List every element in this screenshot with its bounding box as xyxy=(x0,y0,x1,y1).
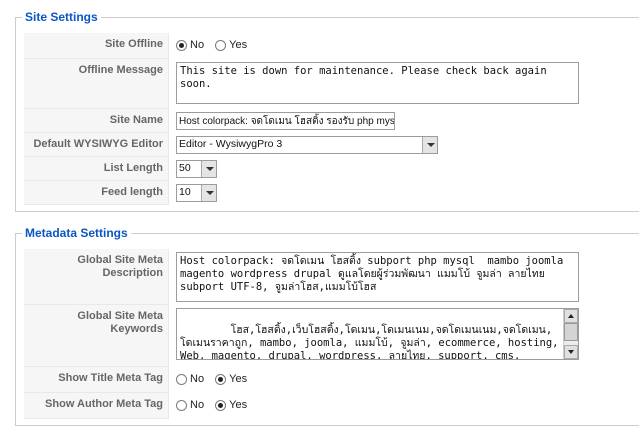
chevron-down-icon[interactable] xyxy=(422,137,437,153)
show-title-yes-label: Yes xyxy=(229,373,248,386)
scroll-down-icon[interactable] xyxy=(564,345,578,359)
metadata-settings-legend: Metadata Settings xyxy=(22,225,131,241)
feed-length-label: Feed length xyxy=(24,181,169,205)
list-length-value: 50 xyxy=(179,162,191,174)
feed-length-row: Feed length 10 xyxy=(24,181,639,205)
chevron-down-icon[interactable] xyxy=(201,185,216,201)
show-author-yes-radio[interactable] xyxy=(215,399,227,411)
meta-keywords-text: โฮส,โฮสติ้ง,เว็บโฮสติ้ง,โดเมน,โดเมนเนม,จ… xyxy=(180,324,559,360)
scroll-thumb[interactable] xyxy=(564,323,578,341)
site-name-row: Site Name Host colorpack: จดโดเมน โฮสติ้… xyxy=(24,109,639,133)
list-length-label: List Length xyxy=(24,157,169,181)
meta-keywords-textarea[interactable]: โฮส,โฮสติ้ง,เว็บโฮสติ้ง,โดเมน,โดเมนเนม,จ… xyxy=(176,308,579,360)
meta-keywords-row: Global Site Meta Keywords โฮส,โฮสติ้ง,เว… xyxy=(24,305,639,367)
site-settings-legend: Site Settings xyxy=(22,9,101,25)
offline-message-row: Offline Message This site is down for ma… xyxy=(24,59,639,109)
show-title-label: Show Title Meta Tag xyxy=(24,367,169,393)
site-settings-fieldset: Site Settings Site Offline No Yes Offlin… xyxy=(15,9,639,212)
feed-length-select[interactable]: 10 xyxy=(176,184,217,202)
default-editor-row: Default WYSIWYG Editor Editor - WysiwygP… xyxy=(24,133,639,157)
site-offline-no-radio[interactable] xyxy=(176,39,187,51)
site-offline-row: Site Offline No Yes xyxy=(24,33,639,59)
list-length-select[interactable]: 50 xyxy=(176,160,217,178)
default-editor-label: Default WYSIWYG Editor xyxy=(24,133,169,157)
feed-length-value: 10 xyxy=(179,186,191,198)
keywords-scrollbar[interactable] xyxy=(563,309,578,359)
site-offline-yes-radio[interactable] xyxy=(215,39,227,51)
site-offline-label: Site Offline xyxy=(24,33,169,59)
meta-description-row: Global Site Meta Description Host colorp… xyxy=(24,249,639,305)
default-editor-select[interactable]: Editor - WysiwygPro 3 xyxy=(176,136,438,154)
show-title-row: Show Title Meta Tag No Yes xyxy=(24,367,639,393)
chevron-down-icon[interactable] xyxy=(201,161,216,177)
site-offline-yes-label: Yes xyxy=(229,39,248,52)
meta-description-textarea[interactable]: Host colorpack: จดโดเมน โฮสติ้ง subport … xyxy=(176,252,579,302)
metadata-settings-fieldset: Metadata Settings Global Site Meta Descr… xyxy=(15,225,639,426)
show-author-row: Show Author Meta Tag No Yes xyxy=(24,393,639,419)
show-title-no-label: No xyxy=(190,373,205,386)
show-author-no-label: No xyxy=(190,399,205,412)
list-length-row: List Length 50 xyxy=(24,157,639,181)
site-name-input[interactable]: Host colorpack: จดโดเมน โฮสติ้ง รองรับ p… xyxy=(176,112,395,130)
meta-keywords-label: Global Site Meta Keywords xyxy=(24,305,169,367)
scroll-up-icon[interactable] xyxy=(564,309,578,323)
meta-description-label: Global Site Meta Description xyxy=(24,249,169,305)
offline-message-textarea[interactable]: This site is down for maintenance. Pleas… xyxy=(176,62,579,104)
show-title-no-radio[interactable] xyxy=(176,373,187,385)
show-title-yes-radio[interactable] xyxy=(215,373,227,385)
site-name-label: Site Name xyxy=(24,109,169,133)
default-editor-value: Editor - WysiwygPro 3 xyxy=(179,138,283,150)
offline-message-label: Offline Message xyxy=(24,59,169,109)
show-author-label: Show Author Meta Tag xyxy=(24,393,169,419)
site-offline-no-label: No xyxy=(190,39,205,52)
show-author-yes-label: Yes xyxy=(229,399,248,412)
show-author-no-radio[interactable] xyxy=(176,399,187,411)
